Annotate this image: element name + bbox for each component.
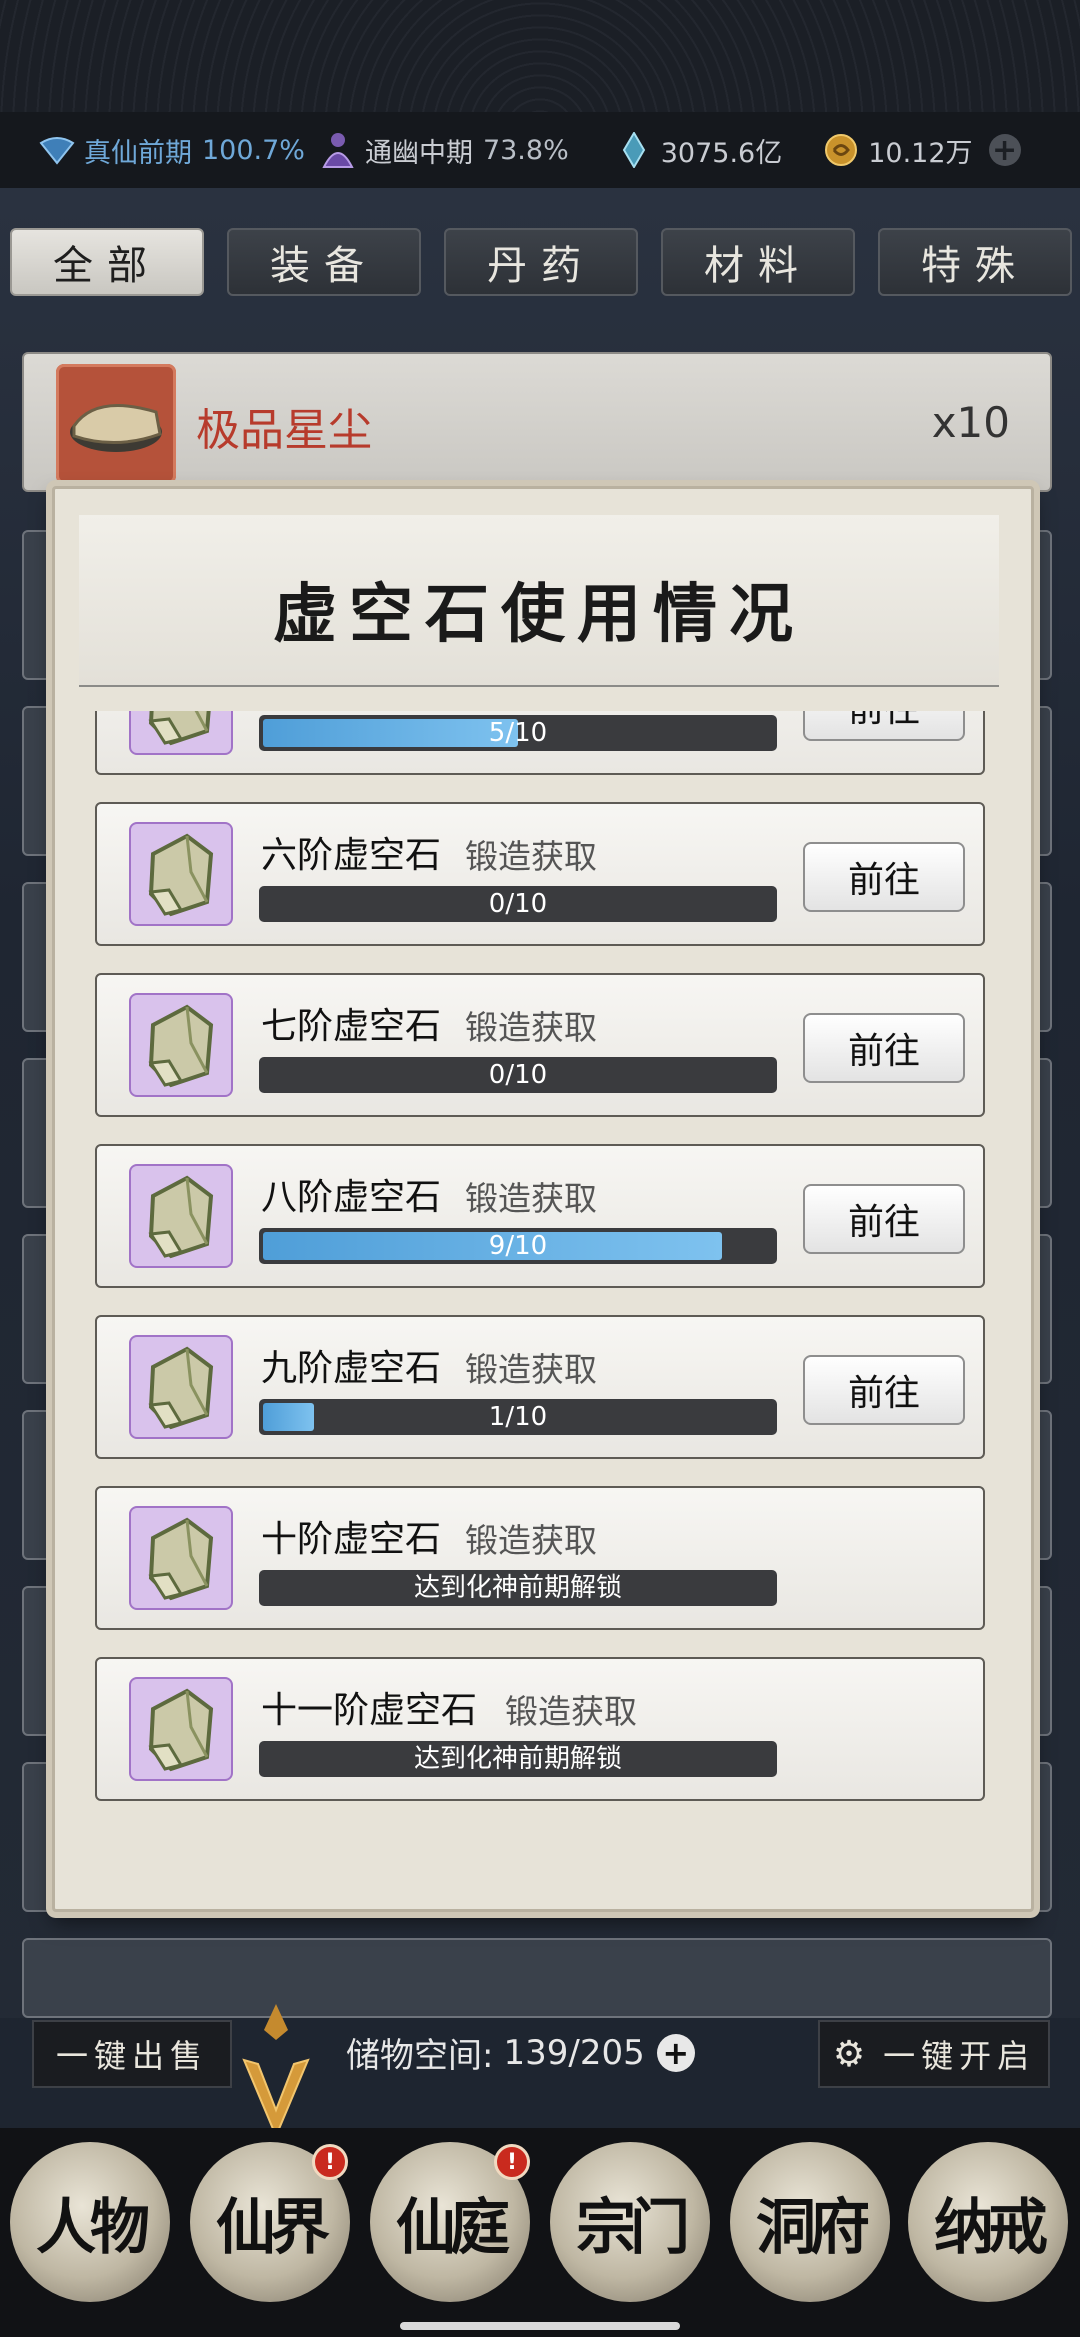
progress-text: 9/10 [488,1231,548,1261]
void-stone-source: 锻造获取 [505,1692,637,1731]
void-stone-icon [129,993,233,1097]
nav-sect[interactable]: 宗门 [550,2142,710,2302]
void-stone-icon [129,822,233,926]
realm-fan-icon [38,131,76,169]
tab-materials[interactable]: 材料 [661,228,855,296]
spirit-stones: 3075.6亿 [615,131,782,170]
void-stone-card: 九阶虚空石 锻造获取 1/10 前往 [95,1315,985,1459]
void-stone-card: 七阶虚空石 锻造获取 0/10 前往 [95,973,985,1117]
void-stone-source: 锻造获取 [465,837,597,876]
realm-1-name: 真仙前期 [84,137,192,169]
crystal-icon [615,131,653,169]
nav-immortal-court-label: 仙庭 [396,2192,510,2263]
inventory-item-count: x10 [931,398,1010,447]
progress-bar: 5/10 [259,715,777,751]
void-stone-card: 八阶虚空石 锻造获取 9/10 前往 [95,1144,985,1288]
tab-equipment[interactable]: 装备 [227,228,421,296]
progress-text: 0/10 [488,889,548,919]
add-resource-button[interactable]: + [988,133,1021,168]
expand-storage-button[interactable]: + [656,2033,695,2072]
resource-bar: 真仙前期 100.7% 通幽中期 73.8% 3075.6亿 10.12万 + [0,112,1080,188]
coin-icon [822,131,860,169]
void-stone-source: 锻造获取 [465,1350,597,1389]
dialog-title: 虚空石使用情况 [273,577,805,652]
realm-2-name: 通幽中期 [364,137,473,169]
void-stone-card: 十一阶虚空石 锻造获取达到化神前期解锁 [95,1657,985,1801]
progress-text: 0/10 [488,1060,548,1090]
void-stone-source: 锻造获取 [465,1179,597,1218]
go-button[interactable]: 前往 [803,1355,965,1425]
nav-cave-label: 洞府 [756,2192,870,2263]
progress-text: 5/10 [488,718,548,748]
nav-ring[interactable]: 纳戒 [908,2142,1068,2302]
realm-2: 通幽中期 73.8% [319,131,569,170]
void-stone-source: 锻造获取 [465,1521,597,1560]
tab-all[interactable]: 全部 [10,228,204,296]
storage-capacity: 储物空间: 139/205 + [346,2028,695,2077]
nav-character-label: 人物 [36,2192,150,2263]
void-stone-icon [129,1506,233,1610]
inventory-item-name: 极品星尘 [196,405,372,456]
nav-immortal-realm-label: 仙界 [216,2192,330,2263]
void-stone-icon [129,1335,233,1439]
void-stone-source: 锻造获取 [465,1008,597,1047]
progress-bar: 9/10 [259,1228,777,1264]
coins-value: 10.12万 [868,137,973,169]
inventory-item[interactable]: 极品星尘 x10 [22,352,1052,492]
realm-2-value: 73.8% [482,134,569,166]
nav-cave[interactable]: 洞府 [730,2142,890,2302]
void-stone-usage-dialog: 虚空石使用情况 五阶虚空石锻造获取5/10前往六阶虚空石锻造获取0/10前往七阶… [52,486,1034,1912]
bottom-nav: 人物 仙界 ! 仙庭 ! 宗门 洞府 纳戒 [0,2128,1080,2337]
progress-bar: 0/10 [259,1057,777,1093]
void-stone-list[interactable]: 五阶虚空石锻造获取5/10前往六阶虚空石锻造获取0/10前往七阶虚空石锻造获取0… [95,711,995,1851]
void-stone-name: 十阶虚空石 [261,1519,442,1560]
nav-character[interactable]: 人物 [10,2142,170,2302]
progress-bar: 达到化神前期解锁 [259,1570,777,1606]
tab-pills[interactable]: 丹药 [444,228,638,296]
nav-ring-label: 纳戒 [934,2192,1048,2263]
progress-text: 1/10 [488,1402,548,1432]
coins: 10.12万 [822,131,973,170]
void-stone-card: 五阶虚空石锻造获取5/10前往 [95,711,985,775]
void-stone-name: 九阶虚空石 [261,1348,442,1389]
go-button[interactable]: 前往 [803,1184,965,1254]
realm-1-value: 100.7% [202,134,305,166]
notification-badge: ! [494,2144,530,2180]
top-decoration [0,0,1080,112]
void-stone-icon [129,711,233,755]
void-stone-name: 八阶虚空石 [261,1177,442,1218]
go-button[interactable]: 前往 [803,711,965,741]
progress-text: 达到化神前期解锁 [413,1744,622,1774]
void-stone-name: 七阶虚空石 [261,1006,442,1047]
progress-bar: 1/10 [259,1399,777,1435]
home-indicator[interactable] [400,2322,680,2330]
void-stone-name: 十一阶虚空石 [261,1690,478,1731]
go-button[interactable]: 前往 [803,842,965,912]
nav-sect-label: 宗门 [576,2192,690,2263]
sell-all-button[interactable]: 一键出售 [32,2020,232,2088]
void-stone-card: 十阶虚空石 锻造获取达到化神前期解锁 [95,1486,985,1630]
realm-figure-icon [319,131,357,169]
void-stone-card: 六阶虚空石 锻造获取 0/10 前往 [95,802,985,946]
open-all-label: 一键开启 [883,2037,1036,2075]
storage-value: 139/205 [503,2032,645,2073]
emblem-icon [236,2000,316,2140]
void-stone-icon [129,1677,233,1781]
spirit-stones-value: 3075.6亿 [660,137,783,169]
realm-1: 真仙前期 100.7% [38,131,305,170]
open-all-button[interactable]: ⚙ 一键开启 [818,2020,1050,2088]
progress-text: 达到化神前期解锁 [413,1573,622,1603]
tab-special[interactable]: 特殊 [878,228,1072,296]
progress-bar: 0/10 [259,886,777,922]
stardust-icon [56,364,176,484]
notification-badge: ! [312,2144,348,2180]
dialog-header: 虚空石使用情况 [79,515,999,687]
progress-bar: 达到化神前期解锁 [259,1741,777,1777]
void-stone-name: 六阶虚空石 [261,835,442,876]
storage-label: 储物空间: [346,2036,494,2076]
gear-icon: ⚙ [832,2033,866,2075]
void-stone-icon [129,1164,233,1268]
inventory-slot [22,1938,1052,2018]
go-button[interactable]: 前往 [803,1013,965,1083]
